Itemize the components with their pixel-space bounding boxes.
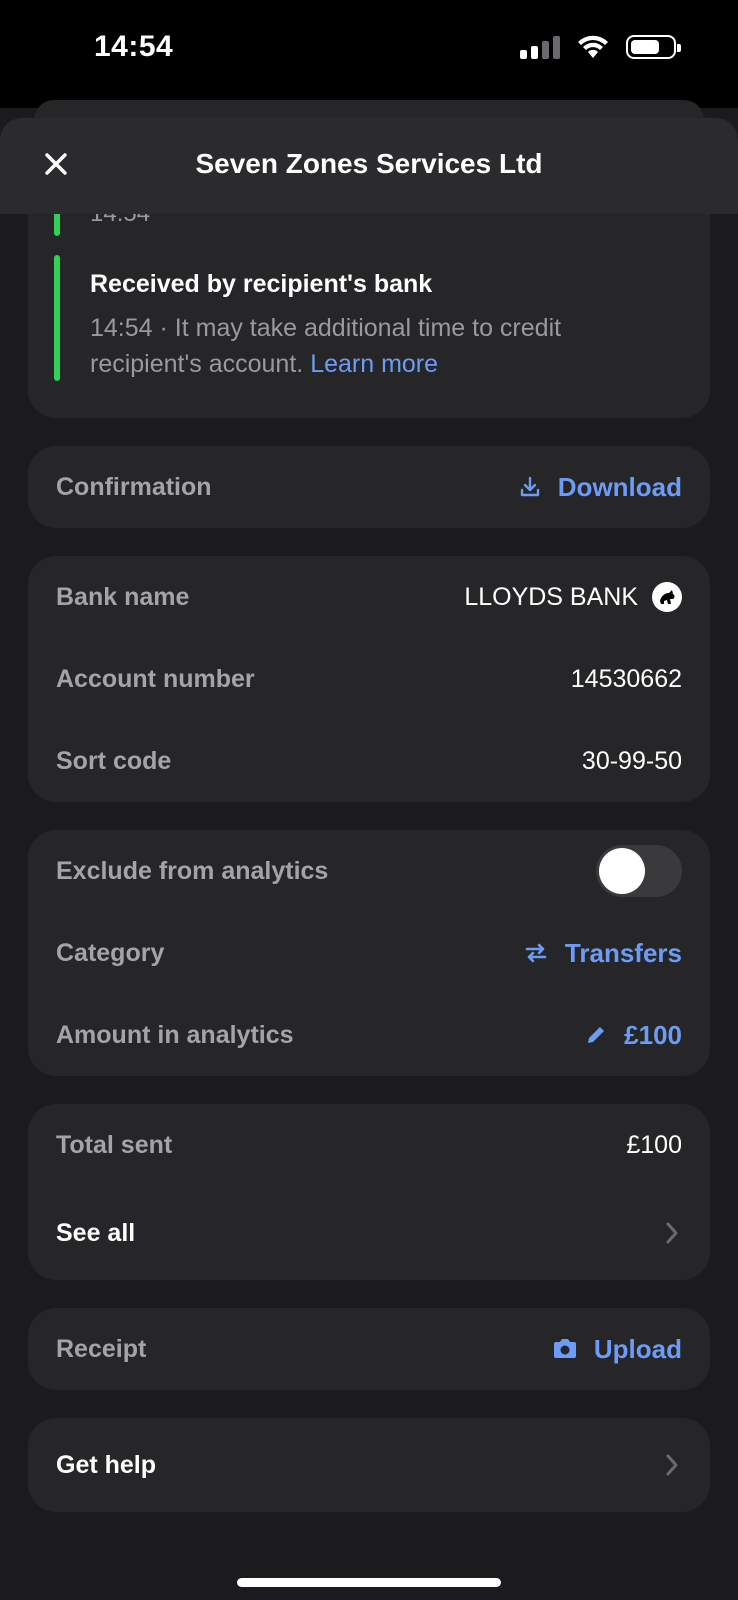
get-help-card[interactable]: Get help <box>28 1418 710 1512</box>
page-title: Seven Zones Services Ltd <box>195 148 543 179</box>
account-number-value: 14530662 <box>570 664 682 693</box>
account-number-row: Account number 14530662 <box>28 638 710 720</box>
see-all-label: See all <box>56 1218 136 1247</box>
total-sent-row: Total sent £100 <box>28 1104 710 1186</box>
lloyds-horse-logo-icon <box>652 582 682 612</box>
edit-amount-button[interactable]: £100 <box>584 1020 682 1051</box>
upload-button[interactable]: Upload <box>552 1334 682 1365</box>
category-button[interactable]: Transfers <box>523 938 682 969</box>
bank-name-row: Bank name LLOYDS BANK <box>28 556 710 638</box>
amount-analytics-value: £100 <box>624 1019 682 1050</box>
receipt-card: Receipt Upload <box>28 1308 710 1390</box>
wifi-icon <box>578 35 608 58</box>
upload-label: Upload <box>593 1333 682 1364</box>
confirmation-label: Confirmation <box>56 472 212 501</box>
confirmation-card: Confirmation Download <box>28 446 710 528</box>
status-icons <box>520 34 681 60</box>
download-button[interactable]: Download <box>518 472 682 503</box>
cellular-signal-icon <box>520 35 560 59</box>
modal-header: Seven Zones Services Ltd <box>0 118 738 214</box>
bank-name-value: LLOYDS BANK <box>464 582 638 611</box>
totals-card: Total sent £100 See all <box>28 1104 710 1280</box>
home-indicator[interactable] <box>237 1578 501 1587</box>
chevron-right-icon <box>666 1222 678 1244</box>
exclude-analytics-label: Exclude from analytics <box>56 856 329 885</box>
confirmation-row: Confirmation Download <box>28 446 710 528</box>
total-sent-label: Total sent <box>56 1130 173 1159</box>
status-bar: 14:54 <box>0 0 738 108</box>
amount-analytics-row: Amount in analytics £100 <box>28 994 710 1076</box>
analytics-card: Exclude from analytics Category Transfer… <box>28 830 710 1076</box>
get-help-label: Get help <box>56 1450 157 1479</box>
timeline-line-current <box>54 255 60 381</box>
sort-code-label: Sort code <box>56 746 172 775</box>
exclude-analytics-row: Exclude from analytics <box>28 830 710 912</box>
amount-analytics-label: Amount in analytics <box>56 1020 294 1049</box>
timeline-step-description: 14:54 · It may take additional time to c… <box>90 310 650 382</box>
total-sent-value: £100 <box>626 1130 682 1159</box>
camera-icon <box>553 1339 576 1358</box>
sort-code-row: Sort code 30-99-50 <box>28 720 710 802</box>
download-icon <box>520 476 539 497</box>
transfer-arrows-icon <box>525 943 547 963</box>
category-row: Category Transfers <box>28 912 710 994</box>
account-number-label: Account number <box>56 664 255 693</box>
bank-details-card: Bank name LLOYDS BANK Account number 145… <box>28 556 710 802</box>
pencil-icon <box>588 1027 605 1043</box>
exclude-analytics-toggle[interactable] <box>596 845 682 897</box>
bank-name-label: Bank name <box>56 582 190 611</box>
learn-more-link[interactable]: Learn more <box>310 350 438 378</box>
sort-code-value: 30-99-50 <box>581 746 682 775</box>
receipt-label: Receipt <box>56 1334 147 1363</box>
category-value: Transfers <box>564 937 682 968</box>
see-all-row[interactable]: See all <box>28 1192 710 1274</box>
receipt-row: Receipt Upload <box>28 1308 710 1390</box>
battery-icon <box>626 35 681 59</box>
status-time: 14:54 <box>94 30 174 63</box>
chevron-right-icon <box>666 1454 678 1476</box>
category-label: Category <box>56 938 165 967</box>
download-label: Download <box>557 471 682 502</box>
get-help-row[interactable]: Get help <box>28 1424 710 1506</box>
timeline-step-title: Received by recipient's bank <box>90 270 433 298</box>
